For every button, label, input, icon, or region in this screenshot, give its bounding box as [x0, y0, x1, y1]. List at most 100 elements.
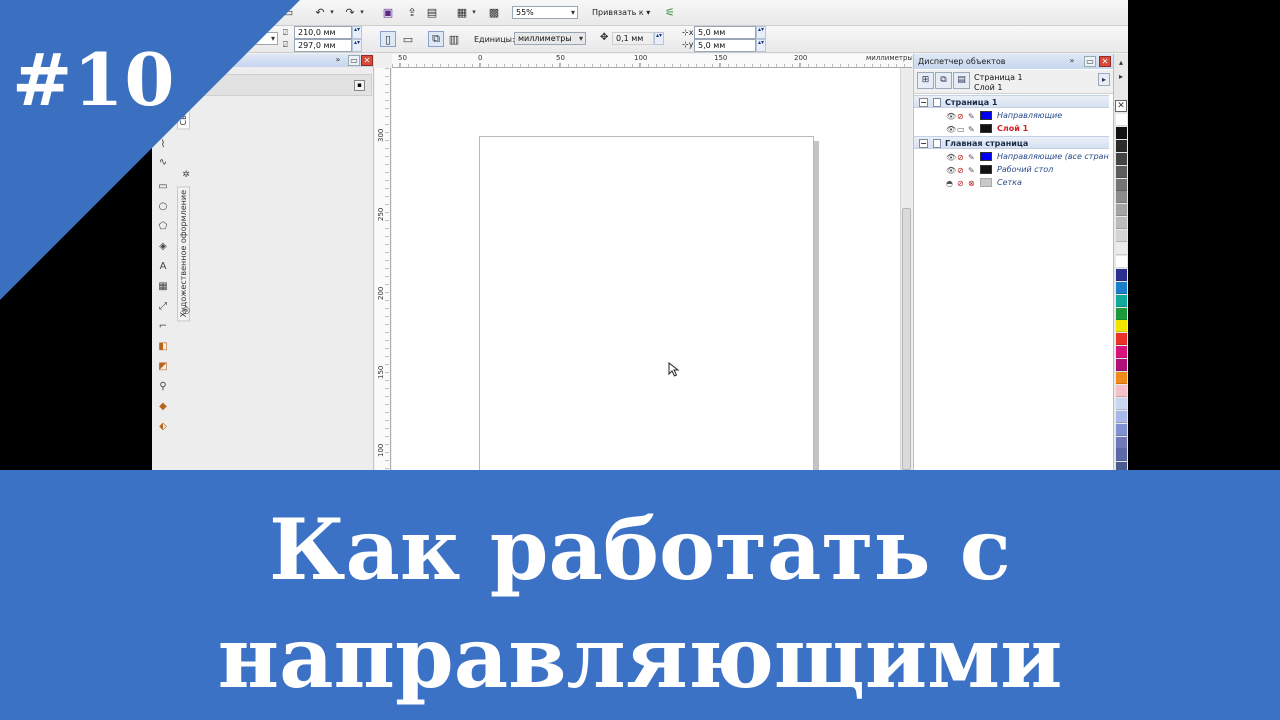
dimension-tool-icon[interactable]: ⤢ [156, 300, 170, 314]
layer-manager-view-icon[interactable]: ▤ [953, 72, 970, 89]
layer-name[interactable]: Сетка [997, 176, 1022, 189]
palette-swatch[interactable] [1116, 462, 1127, 470]
palette-swatch[interactable] [1116, 191, 1127, 204]
no-color-swatch-icon[interactable]: ✕ [1115, 100, 1127, 112]
publish-icon[interactable]: ▤ [424, 4, 440, 20]
palette-swatch[interactable] [1116, 436, 1127, 449]
smart-fill-icon[interactable]: ⬖ [156, 420, 170, 434]
horizontal-ruler[interactable]: 50 0 50 100 150 200 миллиметры [392, 54, 912, 68]
transparency-tool-icon[interactable]: ◩ [156, 360, 170, 374]
print-icon[interactable]: ⊘ [957, 177, 964, 190]
palette-swatch[interactable] [1116, 372, 1127, 384]
collapse-icon[interactable]: − [919, 98, 928, 107]
palette-swatch[interactable] [1116, 139, 1127, 152]
width-spinner[interactable]: ▴▾ [352, 26, 362, 39]
vertical-scrollbar[interactable] [900, 68, 912, 470]
landscape-button[interactable]: ▭ [400, 31, 416, 47]
palette-swatch[interactable] [1116, 307, 1127, 320]
palette-swatch[interactable] [1116, 152, 1127, 165]
duplicate-distance-x-field[interactable]: 5,0 мм [694, 26, 756, 39]
layer-name[interactable]: Направляющие [997, 109, 1062, 122]
expand-icon[interactable]: ▪ [354, 80, 365, 91]
vertical-ruler[interactable]: 300 250 200 150 100 [375, 68, 391, 470]
document-page[interactable] [479, 136, 814, 470]
palette-swatch[interactable] [1116, 230, 1127, 243]
fill-tool-icon[interactable]: ◆ [156, 400, 170, 414]
layer-row-layer-1[interactable]: 👁 ▭ ✎ Слой 1 [914, 122, 1109, 135]
options-icon[interactable]: ⚟ [662, 4, 678, 20]
palette-swatch[interactable] [1116, 397, 1127, 410]
layer-color-swatch[interactable] [980, 152, 992, 161]
palette-swatch[interactable] [1116, 384, 1127, 397]
layer-color-swatch[interactable] [980, 178, 992, 187]
edit-across-layers-icon[interactable]: ⧉ [935, 72, 952, 89]
snap-to-dropdown[interactable]: Привязать к ▾ [592, 7, 650, 19]
lock-pencil-icon[interactable]: ✎ [968, 123, 975, 136]
layer-name[interactable]: Слой 1 [997, 122, 1028, 135]
palette-swatch[interactable] [1116, 333, 1127, 346]
palette-swatch[interactable] [1116, 255, 1127, 268]
page-width-field[interactable]: 210,0 мм [294, 26, 352, 39]
docker-close-icon[interactable]: ✕ [1099, 56, 1111, 67]
layer-row-desktop[interactable]: 👁 ⊘ ✎ Рабочий стол [914, 163, 1109, 176]
docker-minimize-icon[interactable]: ▭ [348, 55, 360, 66]
section-master-page[interactable]: − Главная страница [914, 136, 1109, 149]
zoom-level-select[interactable]: 55% [512, 6, 578, 19]
palette-swatch[interactable] [1116, 268, 1127, 281]
palette-scroll-up-icon[interactable]: ▴ [1114, 56, 1128, 68]
page-height-field[interactable]: 297,0 мм [294, 39, 352, 52]
layer-row-grid[interactable]: ◓ ⊘ ⊗ Сетка [914, 176, 1109, 189]
layer-row-guides[interactable]: 👁 ⊘ ✎ Направляющие [914, 109, 1109, 122]
docker-collapse-icon[interactable]: » [1066, 56, 1078, 67]
section-page-1[interactable]: − Страница 1 [914, 95, 1109, 108]
launcher-dropdown-icon[interactable]: ▾ [466, 4, 482, 20]
docker-close-icon[interactable]: ✕ [361, 55, 373, 66]
drawing-canvas[interactable] [392, 68, 900, 470]
show-properties-icon[interactable]: ⊞ [917, 72, 934, 89]
redo-dropdown-icon[interactable]: ▾ [354, 4, 370, 20]
eye-icon[interactable]: ◓ [946, 177, 953, 190]
palette-swatch[interactable] [1116, 217, 1127, 230]
dup-y-spinner[interactable]: ▴▾ [756, 39, 766, 52]
palette-swatch[interactable] [1116, 126, 1127, 139]
portrait-button[interactable]: ▯ [380, 31, 396, 47]
undo-dropdown-icon[interactable]: ▾ [324, 4, 340, 20]
scrollbar-thumb[interactable] [902, 208, 911, 470]
artistic-media-icon[interactable]: ◎ [179, 304, 193, 318]
collapse-icon[interactable]: − [919, 139, 928, 148]
import-icon[interactable]: ▣ [380, 4, 396, 20]
nudge-spinner[interactable]: ▴▾ [654, 32, 664, 45]
nudge-distance-field[interactable]: 0,1 мм [612, 32, 654, 45]
docker-minimize-icon[interactable]: ▭ [1084, 56, 1096, 67]
layer-row-master-guides[interactable]: 👁 ⊘ ✎ Направляющие (все стран [914, 150, 1109, 163]
palette-swatch[interactable] [1116, 114, 1127, 126]
palette-swatch[interactable] [1116, 359, 1127, 372]
eye-icon[interactable]: 👁 [946, 123, 956, 136]
layer-name[interactable]: Рабочий стол [997, 163, 1053, 176]
height-spinner[interactable]: ▴▾ [352, 39, 362, 52]
palette-swatch[interactable] [1116, 165, 1127, 178]
units-select[interactable]: миллиметры [514, 32, 586, 45]
current-page-button[interactable]: ▥ [446, 31, 462, 47]
export-icon[interactable]: ⇪ [404, 4, 420, 20]
palette-swatch[interactable] [1116, 178, 1127, 191]
object-manager-menu-icon[interactable]: ▸ [1098, 73, 1110, 86]
docker-collapse-icon[interactable]: » [332, 55, 344, 66]
eyedropper-icon[interactable]: ⚲ [156, 380, 170, 394]
palette-flyout-icon[interactable]: ▸ [1114, 70, 1128, 82]
all-pages-button[interactable]: ⧉ [428, 31, 444, 47]
palette-swatch[interactable] [1116, 423, 1127, 436]
lock-icon[interactable]: ⊗ [968, 177, 975, 190]
dup-x-spinner[interactable]: ▴▾ [756, 26, 766, 39]
palette-swatch[interactable] [1116, 410, 1127, 423]
layer-color-swatch[interactable] [980, 165, 992, 174]
layer-name[interactable]: Направляющие (все стран [997, 150, 1109, 163]
layer-color-swatch[interactable] [980, 124, 992, 133]
palette-swatch[interactable] [1116, 243, 1127, 255]
connector-tool-icon[interactable]: ⌐ [156, 320, 170, 334]
welcome-screen-icon[interactable]: ▩ [486, 4, 502, 20]
palette-swatch[interactable] [1116, 320, 1127, 333]
blend-tool-icon[interactable]: ◧ [156, 340, 170, 354]
layer-color-swatch[interactable] [980, 111, 992, 120]
palette-swatch[interactable] [1116, 204, 1127, 217]
